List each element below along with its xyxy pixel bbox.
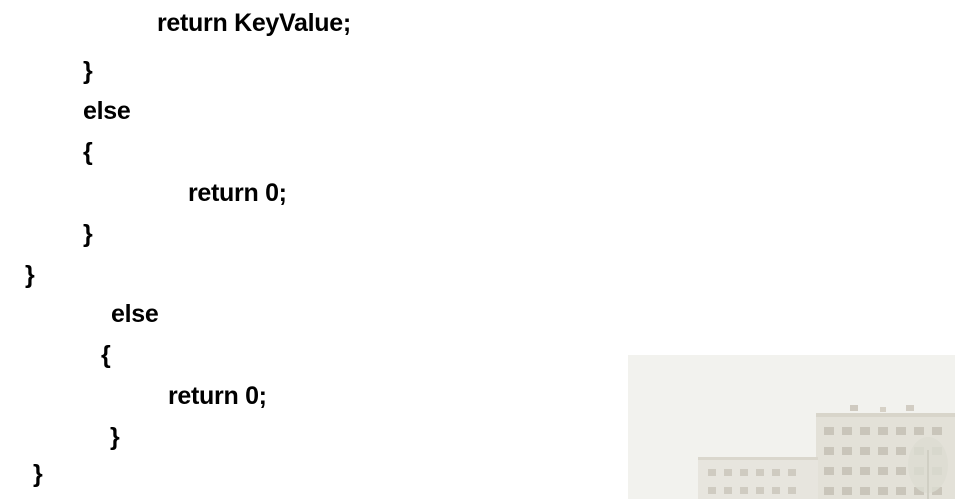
building-photo [628,355,955,499]
code-line-2: } [83,57,93,85]
code-line-4: { [83,138,93,166]
code-line-6: } [83,220,93,248]
code-line-11: } [110,423,120,451]
code-line-10: return 0; [168,382,267,410]
code-line-9: { [101,341,111,369]
code-line-1: return KeyValue; [157,9,351,37]
code-line-8: else [111,300,159,328]
code-line-12: } [33,460,43,488]
building-icon [628,355,955,499]
code-line-3: else [83,97,131,125]
code-line-7: } [25,261,35,289]
code-line-5: return 0; [188,179,287,207]
